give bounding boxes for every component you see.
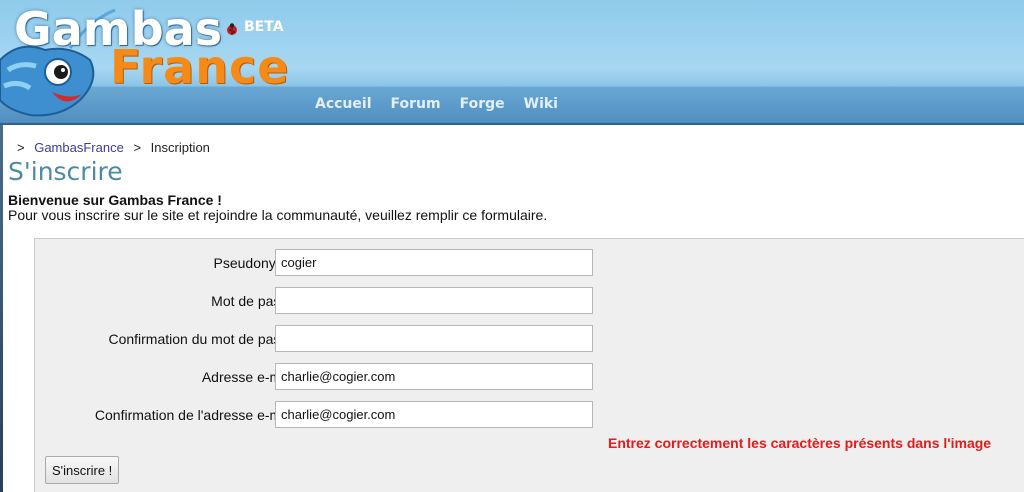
email-input[interactable] (275, 363, 593, 390)
nav-accueil[interactable]: Accueil (315, 96, 372, 112)
registration-form: Pseudonyme : Mot de passe : Confirmation… (34, 238, 1024, 492)
form-row-username: Pseudonyme : (35, 249, 635, 277)
welcome-heading: Bienvenue sur Gambas France ! (8, 192, 222, 208)
main-nav: Accueil Forum Forge Wiki (315, 96, 558, 112)
nav-forum[interactable]: Forum (391, 96, 441, 112)
password-confirm-label: Confirmation du mot de passe : (108, 331, 303, 347)
form-row-email: Adresse e-mail : (35, 363, 635, 391)
breadcrumb-current: Inscription (150, 140, 210, 155)
breadcrumb: > GambasFrance > Inscription (17, 140, 210, 155)
captcha-error-message: Entrez correctement les caractères prése… (608, 435, 992, 451)
breadcrumb-separator: > (133, 140, 142, 155)
page-title: S'inscrire (8, 157, 123, 186)
nav-wiki[interactable]: Wiki (524, 96, 558, 112)
form-row-password: Mot de passe : (35, 287, 635, 315)
username-input[interactable] (275, 249, 593, 276)
submit-button[interactable]: S'inscrire ! (45, 456, 120, 484)
breadcrumb-separator: > (17, 140, 25, 155)
form-row-password-confirm: Confirmation du mot de passe : (35, 325, 635, 353)
email-confirm-input[interactable] (275, 401, 593, 428)
left-edge-bar (0, 125, 3, 492)
password-confirm-input[interactable] (275, 325, 593, 352)
email-confirm-label: Confirmation de l'adresse e-mail : (94, 407, 303, 423)
site-header: Gambas France BETA Accueil Forum Forge W… (0, 0, 1024, 125)
breadcrumb-home-link[interactable]: GambasFrance (34, 140, 124, 155)
password-input[interactable] (275, 287, 593, 314)
nav-forge[interactable]: Forge (460, 96, 505, 112)
intro-text: Pour vous inscrire sur le site et rejoin… (8, 207, 548, 223)
logo-france[interactable]: France (110, 40, 289, 94)
ladybug-icon (227, 23, 237, 35)
beta-label: BETA (244, 19, 284, 35)
form-row-email-confirm: Confirmation de l'adresse e-mail : (35, 401, 635, 429)
